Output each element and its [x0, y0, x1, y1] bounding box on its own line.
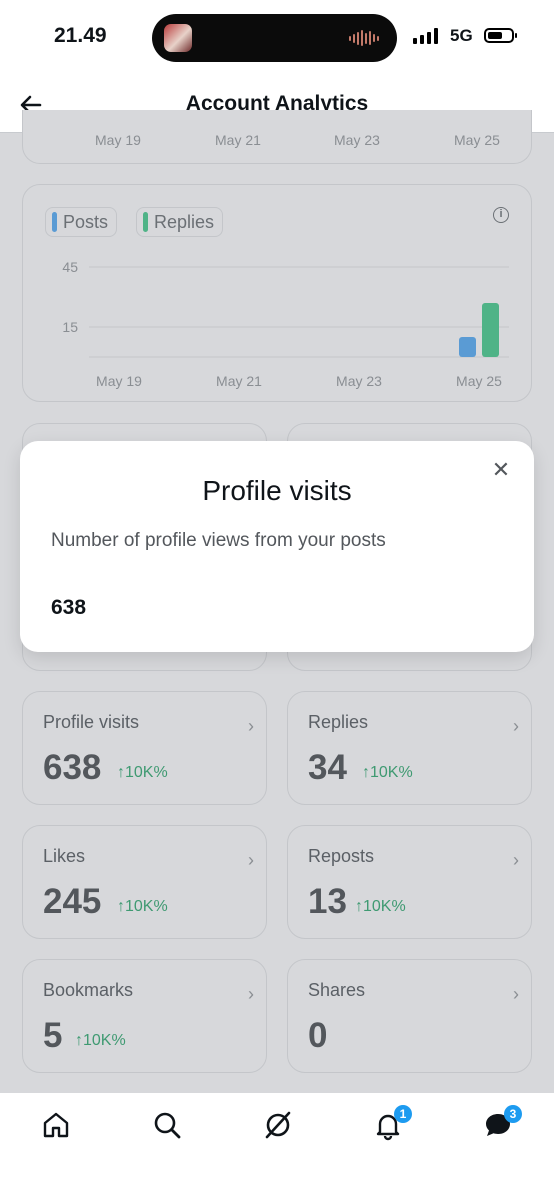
stat-label: Replies	[308, 712, 369, 732]
chevron-right-icon: ›	[513, 984, 519, 1004]
stat-change: ↑10K%	[355, 898, 406, 915]
chevron-right-icon: ›	[513, 850, 519, 870]
status-time: 21.49	[54, 24, 107, 47]
chevron-right-icon: ›	[513, 716, 519, 736]
stat-value: 245	[43, 882, 102, 921]
impressions-chart-card: May 19 May 21 May 23 May 25	[22, 110, 532, 164]
stat-card-reposts[interactable]: Reposts 13 ↑10K% ›	[287, 825, 532, 939]
messages-badge: 3	[504, 1105, 522, 1123]
stat-value: 34	[308, 748, 347, 787]
popover-description: Number of profile views from your posts	[51, 530, 386, 551]
stat-label: Shares	[308, 980, 366, 1000]
x-tick-label: May 19	[95, 132, 141, 148]
stat-label: Likes	[43, 846, 86, 866]
posts-replies-chart-card: Posts Replies i 45 15 May 19 May 21 May 23 Ma…	[22, 184, 532, 402]
stat-card-bookmarks[interactable]: Bookmarks 5 ↑10K% ›	[22, 959, 267, 1073]
stat-label: Profile visits	[43, 712, 140, 732]
stat-change: ↑10K%	[362, 764, 413, 781]
stat-change: ↑10K%	[117, 764, 168, 781]
stat-value: 0	[308, 1016, 328, 1055]
network-type: 5G	[450, 26, 473, 45]
x-tick-label: May 21	[215, 132, 261, 148]
dynamic-island[interactable]	[152, 14, 397, 62]
notifications-badge: 1	[394, 1105, 412, 1123]
stat-card-replies[interactable]: Replies 34 ↑10K% ›	[287, 691, 532, 805]
stat-value: 5	[43, 1016, 63, 1055]
popover-title: Profile visits	[202, 475, 352, 506]
chevron-right-icon: ›	[248, 984, 254, 1004]
stat-label: Reposts	[308, 846, 375, 866]
status-bar: 21.49 5G	[0, 0, 554, 80]
stat-card-profile-visits[interactable]: Profile visits 638 ↑10K% ›	[22, 691, 267, 805]
chevron-right-icon: ›	[248, 716, 254, 736]
battery-icon	[484, 28, 517, 43]
x-tick-label: May 25	[454, 132, 500, 148]
home-icon[interactable]	[40, 1109, 72, 1141]
bar-posts	[459, 337, 476, 357]
x-tick-label: May 19	[96, 373, 142, 389]
chevron-right-icon: ›	[248, 850, 254, 870]
stat-change: ↑10K%	[75, 1032, 126, 1049]
bar-chart: 45 15 May 19 May 21 May 23 May 25	[62, 259, 509, 389]
search-icon[interactable]	[151, 1109, 183, 1141]
y-tick-label: 15	[62, 319, 78, 335]
stat-card-likes[interactable]: Likes 245 ↑10K% ›	[22, 825, 267, 939]
x-tick-label: May 21	[216, 373, 262, 389]
popover-value: 638	[51, 596, 87, 619]
grok-icon[interactable]	[262, 1109, 294, 1141]
y-tick-label: 45	[62, 259, 78, 275]
x-tick-label: May 25	[456, 373, 502, 389]
stat-card-shares[interactable]: Shares 0 ›	[287, 959, 532, 1073]
now-playing-artwork	[164, 24, 192, 52]
stat-label: Bookmarks	[43, 980, 134, 1000]
audio-waveform-icon	[349, 30, 379, 46]
signal-icon	[413, 28, 438, 44]
profile-visits-popover: ✕ Profile visits Number of profile views…	[20, 441, 534, 652]
bar-replies	[482, 303, 499, 357]
bottom-tab-bar: 1 3	[0, 1092, 554, 1201]
stat-value: 638	[43, 748, 102, 787]
x-tick-label: May 23	[336, 373, 382, 389]
x-tick-label: May 23	[334, 132, 380, 148]
stat-value: 13	[308, 882, 347, 921]
stat-change: ↑10K%	[117, 898, 168, 915]
